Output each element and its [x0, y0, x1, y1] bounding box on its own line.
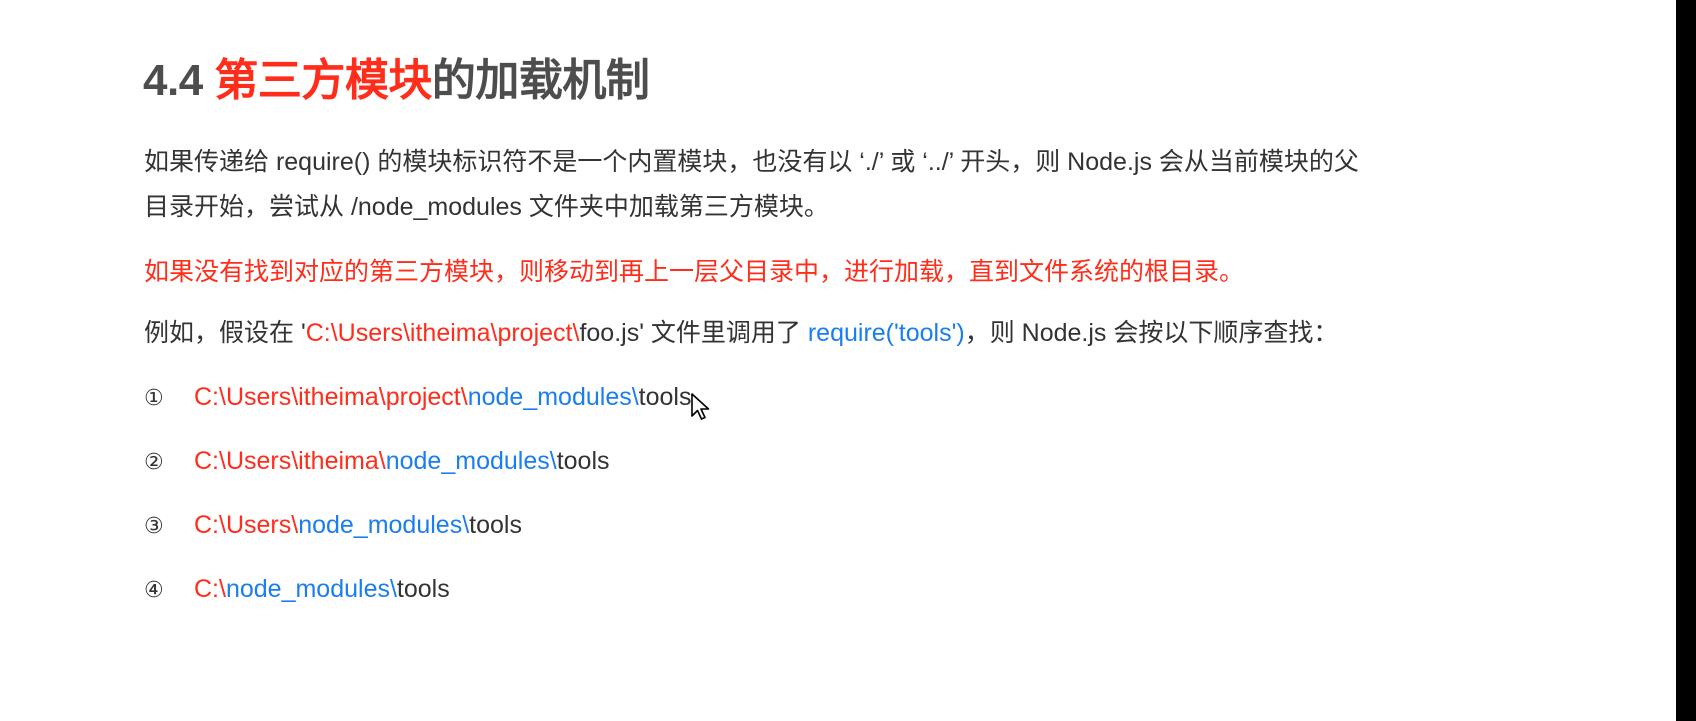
section-title-rest: 的加载机制: [431, 56, 650, 105]
path-number: ①: [144, 386, 164, 411]
example-paragraph: 例如，假设在 'C:\Users\itheima\project\foo.js'…: [144, 311, 1474, 356]
path-blue-part: node_modules\: [225, 575, 397, 603]
path-number: ②: [144, 450, 164, 475]
section-title: 4.4 第三方模块的加载机制: [143, 44, 650, 108]
search-path-1: ① C:\Users\itheima\project\node_modules\t…: [144, 380, 691, 416]
example-red-path: C:\Users\itheima\project\: [305, 319, 580, 347]
path-red-part: C:\Users\: [194, 511, 299, 539]
path-tail: tools: [556, 447, 610, 475]
path-tail: tools: [469, 511, 522, 539]
path-tail: tools: [638, 383, 692, 411]
section-number: 4.4: [143, 56, 215, 105]
mouse-pointer-icon: [691, 393, 710, 420]
path-blue-part: node_modules\: [385, 447, 557, 475]
path-number: ④: [144, 578, 164, 603]
path-red-part: C:\: [194, 575, 226, 603]
example-suffix: ，则 Node.js 会按以下顺序查找：: [964, 319, 1339, 347]
path-tail: tools: [396, 575, 450, 603]
slide: 4.4 第三方模块的加载机制 如果传递给 require() 的模块标识符不是一…: [0, 0, 1676, 721]
window-edge-bar: [1676, 0, 1696, 721]
intro-line-1: 如果传递给 require() 的模块标识符不是一个内置模块，也没有以 ‘./’…: [144, 148, 1359, 176]
path-red-part: C:\Users\itheima\project\: [194, 383, 468, 411]
path-number: ③: [144, 514, 164, 539]
intro-paragraph: 如果传递给 require() 的模块标识符不是一个内置模块，也没有以 ‘./’…: [144, 140, 1474, 230]
example-prefix: 例如，假设在 ': [144, 319, 306, 347]
example-require-call: require('tools'): [807, 319, 965, 347]
example-file: foo.js' 文件里调用了: [579, 319, 808, 347]
search-path-4: ④ C:\node_modules\tools: [144, 572, 450, 608]
section-title-accent: 第三方模块: [214, 56, 432, 105]
highlight-paragraph: 如果没有找到对应的第三方模块，则移动到再上一层父目录中，进行加载，直到文件系统的…: [144, 258, 1245, 286]
intro-line-2: 目录开始，尝试从 /node_modules 文件夹中加载第三方模块。: [144, 193, 829, 221]
search-path-2: ② C:\Users\itheima\node_modules\tools: [144, 444, 610, 480]
path-blue-part: node_modules\: [298, 511, 470, 539]
search-path-3: ③ C:\Users\node_modules\tools: [144, 508, 522, 544]
path-blue-part: node_modules\: [467, 383, 639, 411]
path-red-part: C:\Users\itheima\: [194, 447, 386, 475]
